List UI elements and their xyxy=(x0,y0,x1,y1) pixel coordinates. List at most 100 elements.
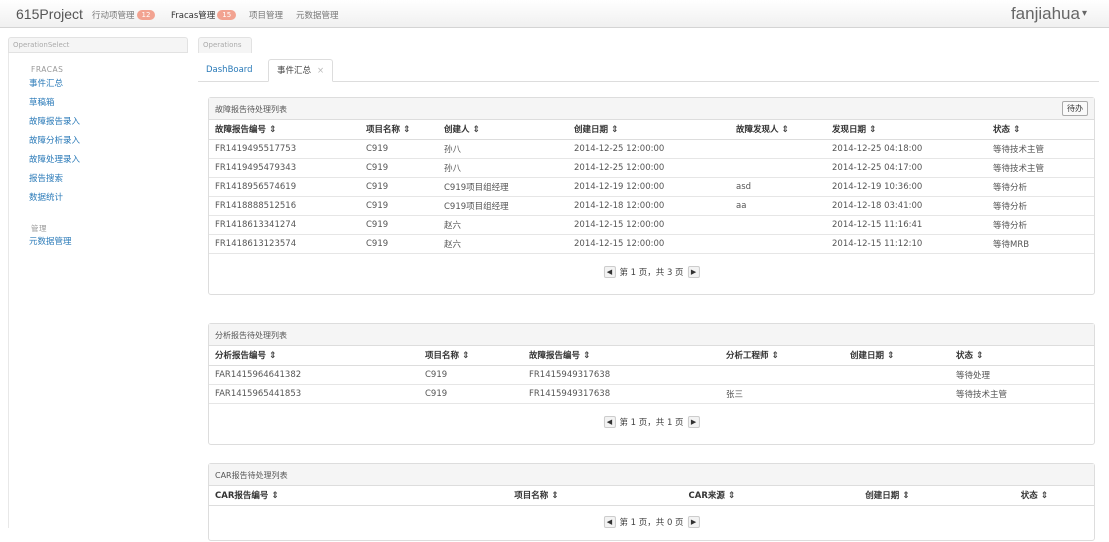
pagination: ◀ 第 1 页，共 1 页 ▶ xyxy=(209,404,1094,444)
table-row[interactable]: FR1418613341274 C919 赵六 2014-12-15 12:00:00… xyxy=(209,215,1094,235)
column-header-label: 故障报告编号 xyxy=(215,125,267,136)
sort-icon[interactable]: ⇕ xyxy=(902,491,910,501)
table-row[interactable]: FR1418956574619 C919 C919项目组经理 2014-12-19 1… xyxy=(209,177,1094,197)
tab-event-summary[interactable]: 事件汇总 × xyxy=(268,59,334,82)
sort-icon[interactable]: ⇕ xyxy=(887,351,895,361)
column-header-label: 创建日期 xyxy=(850,351,885,362)
sidebar-link-metadata-manage[interactable]: 元数据管理 xyxy=(9,233,188,252)
next-page-button[interactable]: ▶ xyxy=(687,415,700,428)
sort-icon[interactable]: ⇕ xyxy=(869,125,877,135)
nav-item-fracas[interactable]: Fracas管理 15 xyxy=(171,9,237,21)
table-cell: 等待处理 xyxy=(950,365,1094,385)
nav-item-projects[interactable]: 项目管理 xyxy=(249,9,283,21)
sidebar-link-fault-report-entry[interactable]: 故障报告录入 xyxy=(9,113,188,132)
tab-dashboard[interactable]: DashBoard xyxy=(198,59,261,82)
table-cell xyxy=(730,234,826,254)
column-header-label: 分析工程师 xyxy=(726,351,769,362)
column-header[interactable]: 故障发现人 ⇕ xyxy=(730,120,826,140)
column-header[interactable]: 创建日期 ⇕ xyxy=(568,120,730,140)
sidebar-link-drafts[interactable]: 草稿箱 xyxy=(9,94,188,113)
column-header-label: 项目名称 xyxy=(366,125,401,136)
sidebar-link-report-search[interactable]: 报告搜索 xyxy=(9,170,188,189)
column-header-label: 状态 xyxy=(956,351,974,362)
column-header[interactable]: 创建日期 ⇕ xyxy=(800,486,975,506)
column-header[interactable]: 分析工程师 ⇕ xyxy=(720,346,844,366)
sort-icon[interactable]: ⇕ xyxy=(728,491,736,501)
table-row[interactable]: FAR1415964641382 C919 FR1415949317638 等待处理 xyxy=(209,365,1094,385)
sort-icon[interactable]: ⇕ xyxy=(269,125,277,135)
main-area: Operations DashBoard 事件汇总 × 故障报告待处理列表 待办 … xyxy=(198,37,1099,541)
column-header-label: 项目名称 xyxy=(425,351,460,362)
sidebar-link-statistics[interactable]: 数据统计 xyxy=(9,189,188,208)
sort-icon[interactable]: ⇕ xyxy=(976,351,984,361)
table-cell: 2014-12-15 11:12:10 xyxy=(826,234,987,254)
sidebar-link-fault-handling-entry[interactable]: 故障处理录入 xyxy=(9,151,188,170)
sidebar-link-fault-analysis-entry[interactable]: 故障分析录入 xyxy=(9,132,188,151)
table-row[interactable]: FR1418613123574 C919 赵六 2014-12-15 12:00:00… xyxy=(209,234,1094,254)
column-header[interactable]: 分析报告编号 ⇕ xyxy=(209,346,419,366)
panel-title-text: 分析报告待处理列表 xyxy=(215,331,287,340)
username: fanjiahua xyxy=(1010,4,1080,23)
sort-icon[interactable]: ⇕ xyxy=(583,351,591,361)
panel-title-text: CAR报告待处理列表 xyxy=(215,471,288,480)
column-header[interactable]: 发现日期 ⇕ xyxy=(826,120,987,140)
close-icon[interactable]: × xyxy=(317,66,324,76)
user-menu[interactable]: fanjiahua ▾ xyxy=(1011,4,1087,24)
page-info: 第 1 页，共 1 页 xyxy=(619,417,684,428)
prev-page-button[interactable]: ◀ xyxy=(603,265,616,278)
column-header[interactable]: 状态 ⇕ xyxy=(950,346,1094,366)
prev-page-button[interactable]: ◀ xyxy=(603,415,616,428)
top-navbar: 615Project 行动项管理 12 Fracas管理 15 项目管理 元数据管理… xyxy=(0,0,1109,28)
column-header[interactable]: 创建人 ⇕ xyxy=(438,120,568,140)
column-header[interactable]: 项目名称 ⇕ xyxy=(419,346,523,366)
table-cell: 等待MRB xyxy=(987,234,1094,254)
sort-icon[interactable]: ⇕ xyxy=(269,351,277,361)
pagination: ◀ 第 1 页，共 0 页 ▶ xyxy=(209,506,1094,540)
column-header[interactable]: 项目名称 ⇕ xyxy=(360,120,438,140)
table-row[interactable]: FR1418888512516 C919 C919项目组经理 2014-12-18 1… xyxy=(209,196,1094,216)
sort-icon[interactable]: ⇕ xyxy=(611,125,619,135)
sort-icon[interactable]: ⇕ xyxy=(782,125,790,135)
tab-label: 事件汇总 xyxy=(277,66,312,76)
table-cell: FAR1415965441853 xyxy=(209,384,419,404)
column-header[interactable]: 创建日期 ⇕ xyxy=(844,346,950,366)
page-info: 第 1 页，共 0 页 xyxy=(619,517,684,528)
todo-button[interactable]: 待办 xyxy=(1062,101,1088,116)
nav-item-metadata[interactable]: 元数据管理 xyxy=(296,9,339,21)
table-cell: C919 xyxy=(419,384,523,404)
brand-logo[interactable]: 615Project xyxy=(16,6,83,22)
sort-icon[interactable]: ⇕ xyxy=(271,491,279,501)
next-page-button[interactable]: ▶ xyxy=(687,515,700,528)
table-cell xyxy=(844,384,950,404)
next-page-button[interactable]: ▶ xyxy=(687,265,700,278)
table-cell: C919 xyxy=(419,365,523,385)
sidebar-link-event-summary[interactable]: 事件汇总 xyxy=(9,75,188,94)
sort-icon[interactable]: ⇕ xyxy=(1041,491,1049,501)
table-cell: FR1418956574619 xyxy=(209,177,360,197)
nav-item-action-items[interactable]: 行动项管理 12 xyxy=(92,9,156,21)
table-cell: C919 xyxy=(360,139,438,159)
table-cell: aa xyxy=(730,196,826,216)
column-header[interactable]: CAR来源 ⇕ xyxy=(624,486,800,506)
table-cell: 2014-12-19 12:00:00 xyxy=(568,177,730,197)
sort-icon[interactable]: ⇕ xyxy=(403,125,411,135)
sort-icon[interactable]: ⇕ xyxy=(462,351,470,361)
table-row[interactable]: FR1419495517753 C919 孙八 2014-12-25 12:00:00… xyxy=(209,139,1094,159)
prev-page-button[interactable]: ◀ xyxy=(603,515,616,528)
sort-icon[interactable]: ⇕ xyxy=(1013,125,1021,135)
column-header[interactable]: 故障报告编号 ⇕ xyxy=(209,120,360,140)
table-row[interactable]: FAR1415965441853 C919 FR1415949317638 张三 等待技… xyxy=(209,384,1094,404)
sort-icon[interactable]: ⇕ xyxy=(473,125,481,135)
car-report-table: CAR报告编号 ⇕ 项目名称 ⇕ CAR来源 ⇕ 创建日期 ⇕ 状态 ⇕ xyxy=(209,486,1094,506)
column-header[interactable]: 状态 ⇕ xyxy=(975,486,1094,506)
sort-icon[interactable]: ⇕ xyxy=(551,491,559,501)
sort-icon[interactable]: ⇕ xyxy=(772,351,780,361)
table-row[interactable]: FR1419495479343 C919 孙八 2014-12-25 12:00:00… xyxy=(209,158,1094,178)
column-header[interactable]: 项目名称 ⇕ xyxy=(449,486,624,506)
table-cell: 赵六 xyxy=(438,234,568,254)
column-header[interactable]: 故障报告编号 ⇕ xyxy=(523,346,720,366)
table-cell: 2014-12-25 04:18:00 xyxy=(826,139,987,159)
column-header[interactable]: 状态 ⇕ xyxy=(987,120,1094,140)
table-cell: C919 xyxy=(360,196,438,216)
column-header[interactable]: CAR报告编号 ⇕ xyxy=(209,486,449,506)
